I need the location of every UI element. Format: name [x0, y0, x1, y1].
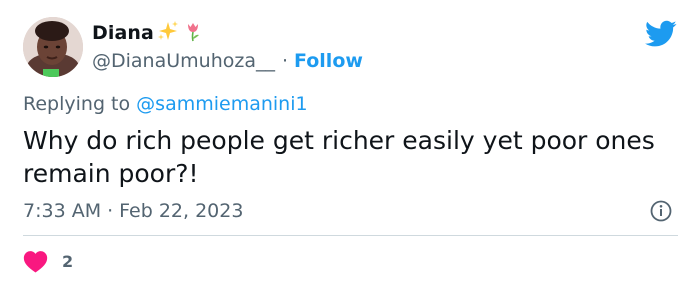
replying-to-prefix: Replying to: [23, 93, 131, 115]
follow-button[interactable]: Follow: [294, 50, 363, 72]
author-handle-row: @DianaUmuhoza__ · Follow: [92, 50, 363, 72]
sparkles-emoji: [157, 20, 179, 46]
heart-icon[interactable]: [23, 250, 48, 273]
avatar[interactable]: [23, 17, 83, 77]
handle-separator: ·: [281, 50, 289, 72]
author-name-row: Diana: [92, 21, 204, 45]
embedded-tweet: Diana @DianaUmuhoza__ · Follow Replying …: [0, 0, 700, 288]
info-icon[interactable]: [649, 199, 673, 223]
tweet-text: Why do rich people get richer easily yet…: [23, 126, 655, 188]
divider: [23, 235, 678, 236]
author-display-name[interactable]: Diana: [92, 22, 154, 44]
likes-row: 2: [23, 250, 73, 273]
tweet-timestamp[interactable]: 7:33 AM · Feb 22, 2023: [23, 200, 243, 222]
like-count: 2: [62, 252, 74, 271]
tweet-date: Feb 22, 2023: [119, 200, 244, 222]
twitter-bird-icon[interactable]: [645, 20, 677, 48]
avatar-photo: [23, 17, 83, 77]
replying-to-line: Replying to @sammiemanini1: [23, 93, 308, 115]
tulip-emoji: [182, 20, 204, 46]
tweet-time: 7:33 AM: [23, 200, 102, 222]
author-handle[interactable]: @DianaUmuhoza__: [92, 50, 275, 72]
replying-to-mention[interactable]: @sammiemanini1: [136, 93, 307, 115]
timestamp-separator: ·: [107, 200, 114, 222]
